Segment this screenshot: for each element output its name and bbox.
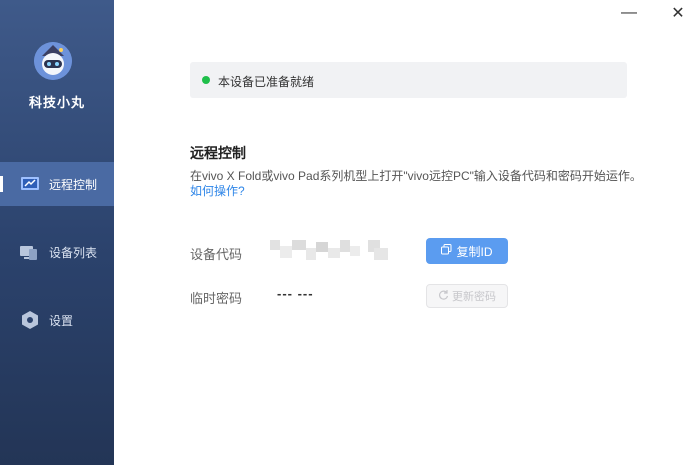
settings-icon [20,311,40,329]
temp-password-label: 临时密码 [190,291,243,306]
copy-icon [441,244,452,258]
close-button[interactable]: ✕ [665,0,690,26]
sidebar-item-label: 设置 [49,314,74,328]
sidebar-item-device-list[interactable]: 设备列表 [0,230,114,274]
device-code-value [270,238,392,262]
copy-id-button[interactable]: 复制ID [426,238,508,264]
sidebar-item-remote-control[interactable]: 远程控制 [0,162,114,206]
active-marker [0,176,3,192]
help-link[interactable]: 如何操作? [190,182,245,199]
sidebar-item-settings[interactable]: 设置 [0,298,114,342]
remote-control-icon [20,175,40,193]
temp-password-value: --- --- [277,286,314,301]
title-bar: — ✕ [114,0,690,30]
close-icon: ✕ [671,5,685,22]
status-indicator-icon [202,76,210,84]
avatar [34,42,72,80]
page-title: 远程控制 [190,145,246,161]
refresh-password-label: 更新密码 [452,291,496,303]
sidebar: 科技小丸 远程控制 设备列表 设置 [0,0,114,465]
refresh-password-button[interactable]: 更新密码 [426,284,508,308]
device-list-icon [20,243,40,261]
app-name: 科技小丸 [28,95,85,110]
device-code-label: 设备代码 [190,247,243,262]
minimize-button[interactable]: — [616,0,642,26]
sidebar-item-label: 远程控制 [49,178,98,192]
copy-id-label: 复制ID [456,244,493,259]
status-text: 本设备已准备就绪 [218,75,315,89]
minimize-icon: — [621,4,637,21]
sidebar-item-label: 设备列表 [49,246,98,260]
section-description: 在vivo X Fold或vivo Pad系列机型上打开"vivo远控PC"输入… [190,169,642,183]
status-bar: 本设备已准备就绪 [190,62,627,98]
refresh-icon [438,289,449,303]
